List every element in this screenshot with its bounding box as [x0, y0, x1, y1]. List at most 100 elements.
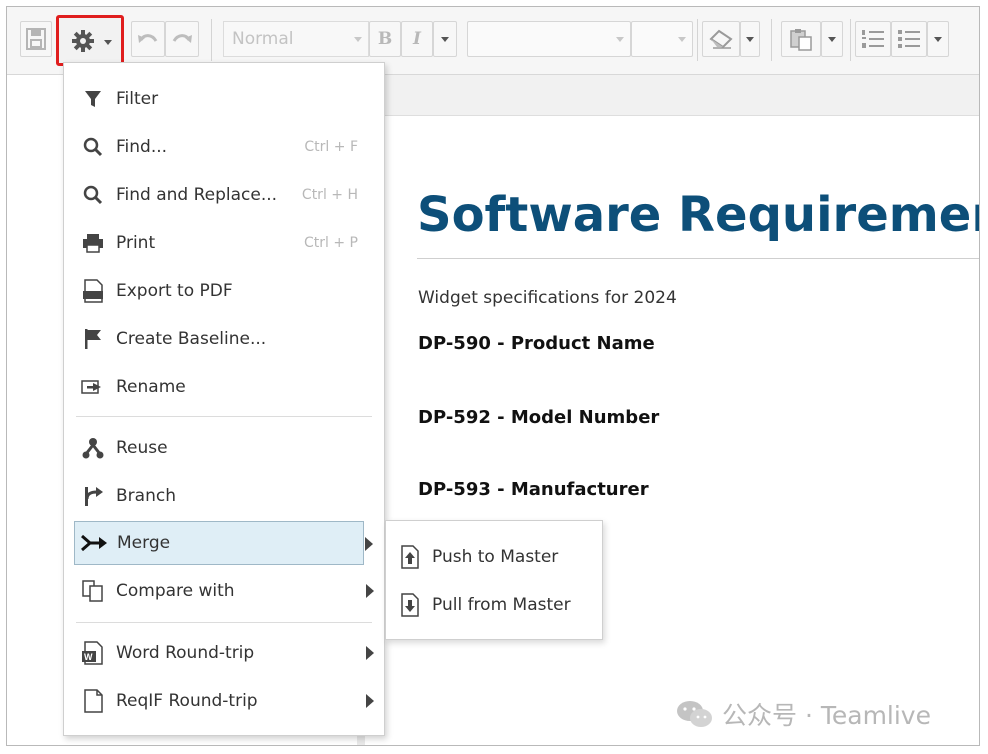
menu-item-label: Filter	[116, 89, 159, 109]
numbered-list-icon	[862, 30, 884, 48]
menu-item-label: Reuse	[116, 438, 168, 458]
pdf-icon	[78, 279, 108, 303]
document-subtitle: Widget specifications for 2024	[418, 288, 677, 308]
requirement-heading[interactable]: DP-590 - Product Name	[418, 333, 655, 354]
save-button[interactable]	[20, 21, 52, 57]
toolbar-separator	[771, 19, 772, 61]
menu-item-find-replace[interactable]: Find and Replace... Ctrl + H	[74, 173, 364, 217]
menu-item-label: Find...	[116, 137, 168, 157]
menu-item-compare-with[interactable]: Compare with	[74, 569, 374, 613]
document-header-strip	[383, 75, 979, 116]
menu-item-merge[interactable]: Merge	[74, 521, 373, 565]
menu-item-label: Export to PDF	[116, 281, 233, 301]
submenu-arrow-icon	[365, 537, 373, 551]
settings-menu: Filter Find... Ctrl + F Find and Replace…	[63, 62, 385, 736]
chevron-down-icon	[441, 36, 449, 42]
merge-icon	[79, 531, 109, 555]
menu-item-label: Create Baseline...	[116, 329, 267, 349]
title-divider	[417, 258, 979, 259]
paste-icon	[790, 29, 812, 51]
branch-icon	[78, 484, 108, 508]
requirement-heading[interactable]: DP-593 - Manufacturer	[418, 479, 649, 500]
rename-icon	[78, 375, 108, 399]
chevron-down-icon	[104, 40, 112, 45]
save-icon	[26, 28, 46, 50]
menu-item-find[interactable]: Find... Ctrl + F	[74, 125, 364, 169]
menu-item-label: Word Round-trip	[116, 643, 255, 663]
chevron-down-icon	[616, 37, 624, 42]
reuse-icon	[78, 436, 108, 460]
menu-item-word-round-trip[interactable]: W Word Round-trip	[74, 631, 374, 675]
menu-item-label: Print	[116, 233, 156, 253]
menu-item-label: ReqIF Round-trip	[116, 691, 258, 711]
font-family-select[interactable]	[467, 21, 631, 57]
chevron-down-icon	[828, 36, 836, 42]
italic-button[interactable]: I	[401, 21, 433, 57]
settings-button[interactable]	[56, 15, 124, 66]
menu-item-label: Rename	[116, 377, 186, 397]
shortcut-label: Ctrl + H	[301, 187, 358, 203]
menu-item-reqif-round-trip[interactable]: ReqIF Round-trip	[74, 679, 374, 723]
svg-text:W: W	[84, 652, 93, 662]
bulleted-list-button[interactable]	[891, 21, 927, 57]
bold-icon: B	[377, 29, 393, 49]
submenu-item-label: Push to Master	[432, 547, 559, 567]
undo-icon	[138, 34, 158, 43]
toolbar-separator	[211, 19, 212, 61]
eraser-icon	[709, 29, 733, 49]
chevron-down-icon	[354, 37, 362, 42]
menu-item-create-baseline[interactable]: Create Baseline...	[74, 317, 364, 361]
compare-icon	[78, 579, 108, 603]
shortcut-label: Ctrl + P	[304, 235, 358, 251]
numbered-list-button[interactable]	[855, 21, 891, 57]
more-formatting-button[interactable]	[433, 21, 457, 57]
menu-item-label: Merge	[117, 533, 171, 553]
paragraph-style-value: Normal	[232, 29, 294, 49]
font-size-select[interactable]	[631, 21, 693, 57]
menu-item-export-pdf[interactable]: Export to PDF	[74, 269, 364, 313]
menu-item-rename[interactable]: Rename	[74, 365, 364, 409]
watermark-text: 公众号 · Teamlive	[722, 701, 931, 730]
submenu-arrow-icon	[366, 646, 374, 660]
toolbar-separator	[697, 19, 698, 61]
clear-format-button[interactable]	[702, 21, 740, 57]
paste-dropdown[interactable]	[821, 21, 843, 57]
printer-icon	[78, 231, 108, 255]
menu-item-filter[interactable]: Filter	[74, 77, 364, 121]
paste-button[interactable]	[781, 21, 821, 57]
submenu-item-push-to-master[interactable]: Push to Master	[400, 537, 558, 577]
chevron-down-icon	[746, 36, 754, 42]
paragraph-style-select[interactable]: Normal	[223, 21, 369, 57]
gear-icon	[72, 30, 94, 52]
italic-icon: I	[413, 29, 421, 49]
submenu-arrow-icon	[366, 584, 374, 598]
flag-icon	[78, 327, 108, 351]
bold-button[interactable]: B	[369, 21, 401, 57]
word-icon: W	[78, 641, 108, 665]
chevron-down-icon	[678, 37, 686, 42]
watermark: 公众号 · Teamlive	[676, 696, 931, 732]
submenu-item-pull-from-master[interactable]: Pull from Master	[400, 585, 571, 625]
document-icon	[78, 689, 108, 713]
clear-format-dropdown[interactable]	[740, 21, 760, 57]
submenu-arrow-icon	[366, 694, 374, 708]
list-dropdown[interactable]	[927, 21, 949, 57]
menu-item-branch[interactable]: Branch	[74, 474, 364, 518]
redo-icon	[172, 34, 192, 43]
pull-icon	[401, 593, 419, 617]
filter-icon	[78, 87, 108, 111]
menu-item-print[interactable]: Print Ctrl + P	[74, 221, 364, 265]
search-icon	[78, 135, 108, 159]
menu-divider	[76, 416, 372, 417]
requirement-heading[interactable]: DP-592 - Model Number	[418, 407, 659, 428]
menu-item-label: Compare with	[116, 581, 235, 601]
menu-item-reuse[interactable]: Reuse	[74, 426, 364, 470]
submenu-item-label: Pull from Master	[432, 595, 571, 615]
undo-button[interactable]	[131, 21, 165, 57]
chevron-down-icon	[934, 36, 942, 42]
redo-button[interactable]	[165, 21, 199, 57]
shortcut-label: Ctrl + F	[304, 139, 358, 155]
document-title: Software Requirement	[417, 187, 980, 243]
push-icon	[401, 545, 419, 569]
search-icon	[78, 183, 108, 207]
